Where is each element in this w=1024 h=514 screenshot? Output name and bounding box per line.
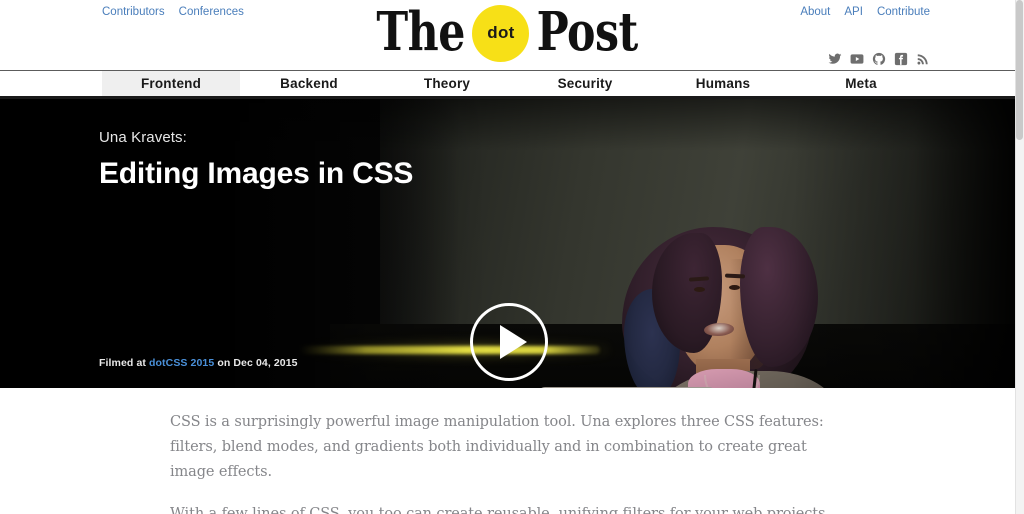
nav-item-frontend[interactable]: Frontend xyxy=(102,71,240,96)
necklace xyxy=(704,375,760,388)
logo-word-post: Post xyxy=(537,1,639,64)
youtube-icon[interactable] xyxy=(850,52,864,66)
rss-icon[interactable] xyxy=(916,52,930,66)
hero-title: Editing Images in CSS xyxy=(99,157,414,190)
facebook-icon[interactable] xyxy=(894,52,908,66)
eye-right xyxy=(729,285,740,290)
backdrop-fade xyxy=(330,99,460,329)
hero-video[interactable]: Una Kravets: Editing Images in CSS Filme… xyxy=(0,99,1015,388)
talk-description: CSS is a surprisingly powerful image man… xyxy=(0,388,1015,514)
laptop-with-stickers xyxy=(538,387,716,388)
twitter-icon[interactable] xyxy=(828,52,842,66)
nav-item-backend[interactable]: Backend xyxy=(240,71,378,96)
category-nav: Frontend Backend Theory Security Humans … xyxy=(0,70,1015,99)
play-button[interactable] xyxy=(470,303,548,381)
logo-word-the: The xyxy=(376,1,466,64)
nav-item-security[interactable]: Security xyxy=(516,71,654,96)
nav-item-theory[interactable]: Theory xyxy=(378,71,516,96)
speaker-figure xyxy=(600,219,860,388)
light-beam xyxy=(300,346,600,354)
nav-item-meta[interactable]: Meta xyxy=(792,71,930,96)
hero-speaker-name: Una Kravets: xyxy=(99,129,187,146)
scrollbar-thumb[interactable] xyxy=(1016,0,1023,140)
filmed-conference-link[interactable]: dotCSS 2015 xyxy=(149,357,214,369)
social-links xyxy=(828,52,930,66)
github-icon[interactable] xyxy=(872,52,886,66)
nav-item-humans[interactable]: Humans xyxy=(654,71,792,96)
filmed-suffix: on Dec 04, 2015 xyxy=(214,357,298,369)
description-paragraph-1: CSS is a surprisingly powerful image man… xyxy=(170,414,824,480)
eye-left xyxy=(694,287,705,292)
filmed-prefix: Filmed at xyxy=(99,357,150,369)
page-root: Contributors Conferences About API Contribu… xyxy=(0,0,1015,514)
site-header: Contributors Conferences About API Contribu… xyxy=(0,0,1015,70)
page-scrollbar[interactable] xyxy=(1015,0,1024,514)
logo-dot-badge: dot xyxy=(472,4,530,62)
play-triangle-icon xyxy=(499,325,527,359)
hero-filmed-caption: Filmed at dotCSS 2015 on Dec 04, 2015 xyxy=(99,357,298,369)
description-paragraph-2: With a few lines of CSS, you too can cre… xyxy=(170,506,826,514)
